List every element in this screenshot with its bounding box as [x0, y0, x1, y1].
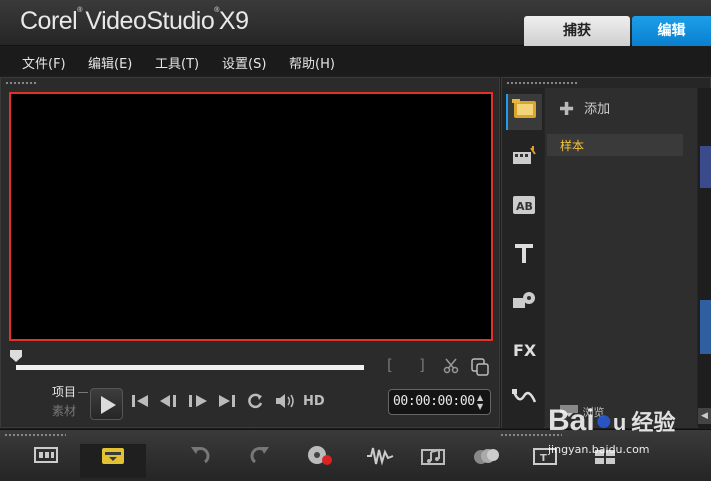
- svg-text:T: T: [540, 453, 547, 464]
- cut-icon[interactable]: [442, 358, 460, 378]
- menu-settings[interactable]: 设置(S): [222, 53, 266, 72]
- library-folder-samples[interactable]: 样本: [547, 134, 683, 156]
- menu-help[interactable]: 帮助(H): [289, 53, 335, 72]
- enlarge-preview-icon[interactable]: [470, 358, 490, 380]
- add-folder-button[interactable]: ✚ 添加: [559, 98, 610, 120]
- tab-edit[interactable]: 编辑: [632, 16, 711, 46]
- menu-bar: 文件(F) 编辑(E) 工具(T) 设置(S) 帮助(H): [0, 47, 711, 75]
- filter-icon[interactable]: FX: [506, 334, 542, 370]
- title-bar: Corel® VideoStudio®X9 捕获 编辑: [0, 0, 711, 46]
- logo-version: X9: [218, 7, 249, 35]
- baidu-watermark: Bai●u 经验 jingyan.baidu.com: [548, 404, 676, 456]
- app-logo: Corel® VideoStudio®X9: [20, 7, 249, 35]
- panel-grip[interactable]: [506, 81, 578, 85]
- scrubber-track[interactable]: [16, 365, 364, 370]
- mode-project[interactable]: 项目: [52, 383, 76, 400]
- timecode-field[interactable]: 00:00:00:00 ▲ ▼: [388, 389, 491, 415]
- menu-file[interactable]: 文件(F): [22, 53, 66, 72]
- paw-icon: ●: [594, 404, 613, 437]
- watermark-url: jingyan.baidu.com: [548, 443, 650, 456]
- end-icon[interactable]: [218, 393, 236, 413]
- panel-grip[interactable]: [5, 81, 37, 85]
- media-icon[interactable]: [506, 94, 542, 130]
- hd-toggle[interactable]: HD: [303, 394, 325, 409]
- record-capture-icon[interactable]: [300, 444, 340, 478]
- graphic-icon[interactable]: [506, 286, 542, 322]
- folder-label: 样本: [560, 139, 585, 153]
- add-label: 添加: [584, 102, 611, 117]
- instant-project-icon[interactable]: [506, 142, 542, 178]
- logo-product: VideoStudio: [85, 7, 215, 35]
- mark-in-button[interactable]: [: [387, 356, 393, 374]
- library-thumbnail[interactable]: [700, 146, 711, 188]
- undo-icon[interactable]: [180, 444, 220, 478]
- timecode-value[interactable]: 00:00:00:00: [393, 394, 475, 409]
- watermark-subtitle: 经验: [631, 411, 676, 436]
- play-button[interactable]: [90, 388, 123, 420]
- preview-window[interactable]: [9, 92, 493, 341]
- library-toolbar: AB FX: [502, 88, 544, 428]
- path-icon[interactable]: [506, 382, 542, 418]
- svg-text:AB: AB: [516, 200, 533, 213]
- transition-icon[interactable]: AB: [506, 190, 542, 226]
- library-thumbnail[interactable]: [700, 300, 711, 354]
- timeline-view-icon[interactable]: [80, 444, 146, 478]
- sound-mixer-icon[interactable]: [360, 444, 400, 478]
- repeat-icon[interactable]: [246, 392, 264, 414]
- timecode-stepper[interactable]: ▲ ▼: [477, 393, 487, 411]
- menu-tools[interactable]: 工具(T): [155, 53, 199, 72]
- mark-out-button[interactable]: ]: [419, 356, 425, 374]
- menu-edit[interactable]: 编辑(E): [88, 53, 132, 72]
- plus-icon: ✚: [559, 99, 575, 120]
- library-content: ✚ 添加 样本 浏览: [545, 88, 697, 428]
- scroll-left-icon[interactable]: ◀: [698, 408, 711, 424]
- title-icon[interactable]: [506, 238, 542, 274]
- watermark-brand: Bai●u: [548, 404, 627, 437]
- motion-tracking-icon[interactable]: [466, 444, 506, 478]
- redo-icon[interactable]: [240, 444, 280, 478]
- next-frame-icon[interactable]: [187, 393, 209, 413]
- player-panel: [ ] 项目 素材 HD 00:00:00:00 ▲ ▼: [0, 77, 500, 428]
- logo-brand: Corel: [20, 7, 78, 35]
- previous-frame-icon[interactable]: [159, 393, 181, 413]
- home-icon[interactable]: [131, 393, 149, 413]
- volume-icon[interactable]: [274, 392, 296, 414]
- auto-music-icon[interactable]: [414, 444, 454, 478]
- mode-clip[interactable]: 素材: [52, 402, 76, 419]
- panel-grip[interactable]: [4, 433, 66, 437]
- storyboard-view-icon[interactable]: [26, 444, 66, 478]
- svg-text:FX: FX: [513, 341, 537, 360]
- tab-capture[interactable]: 捕获: [524, 16, 630, 46]
- library-panel: AB FX ✚ 添加 样本 浏览 ◀: [501, 77, 711, 428]
- scrubber-handle[interactable]: [10, 350, 22, 362]
- library-thumbnail-strip: ◀: [698, 88, 711, 428]
